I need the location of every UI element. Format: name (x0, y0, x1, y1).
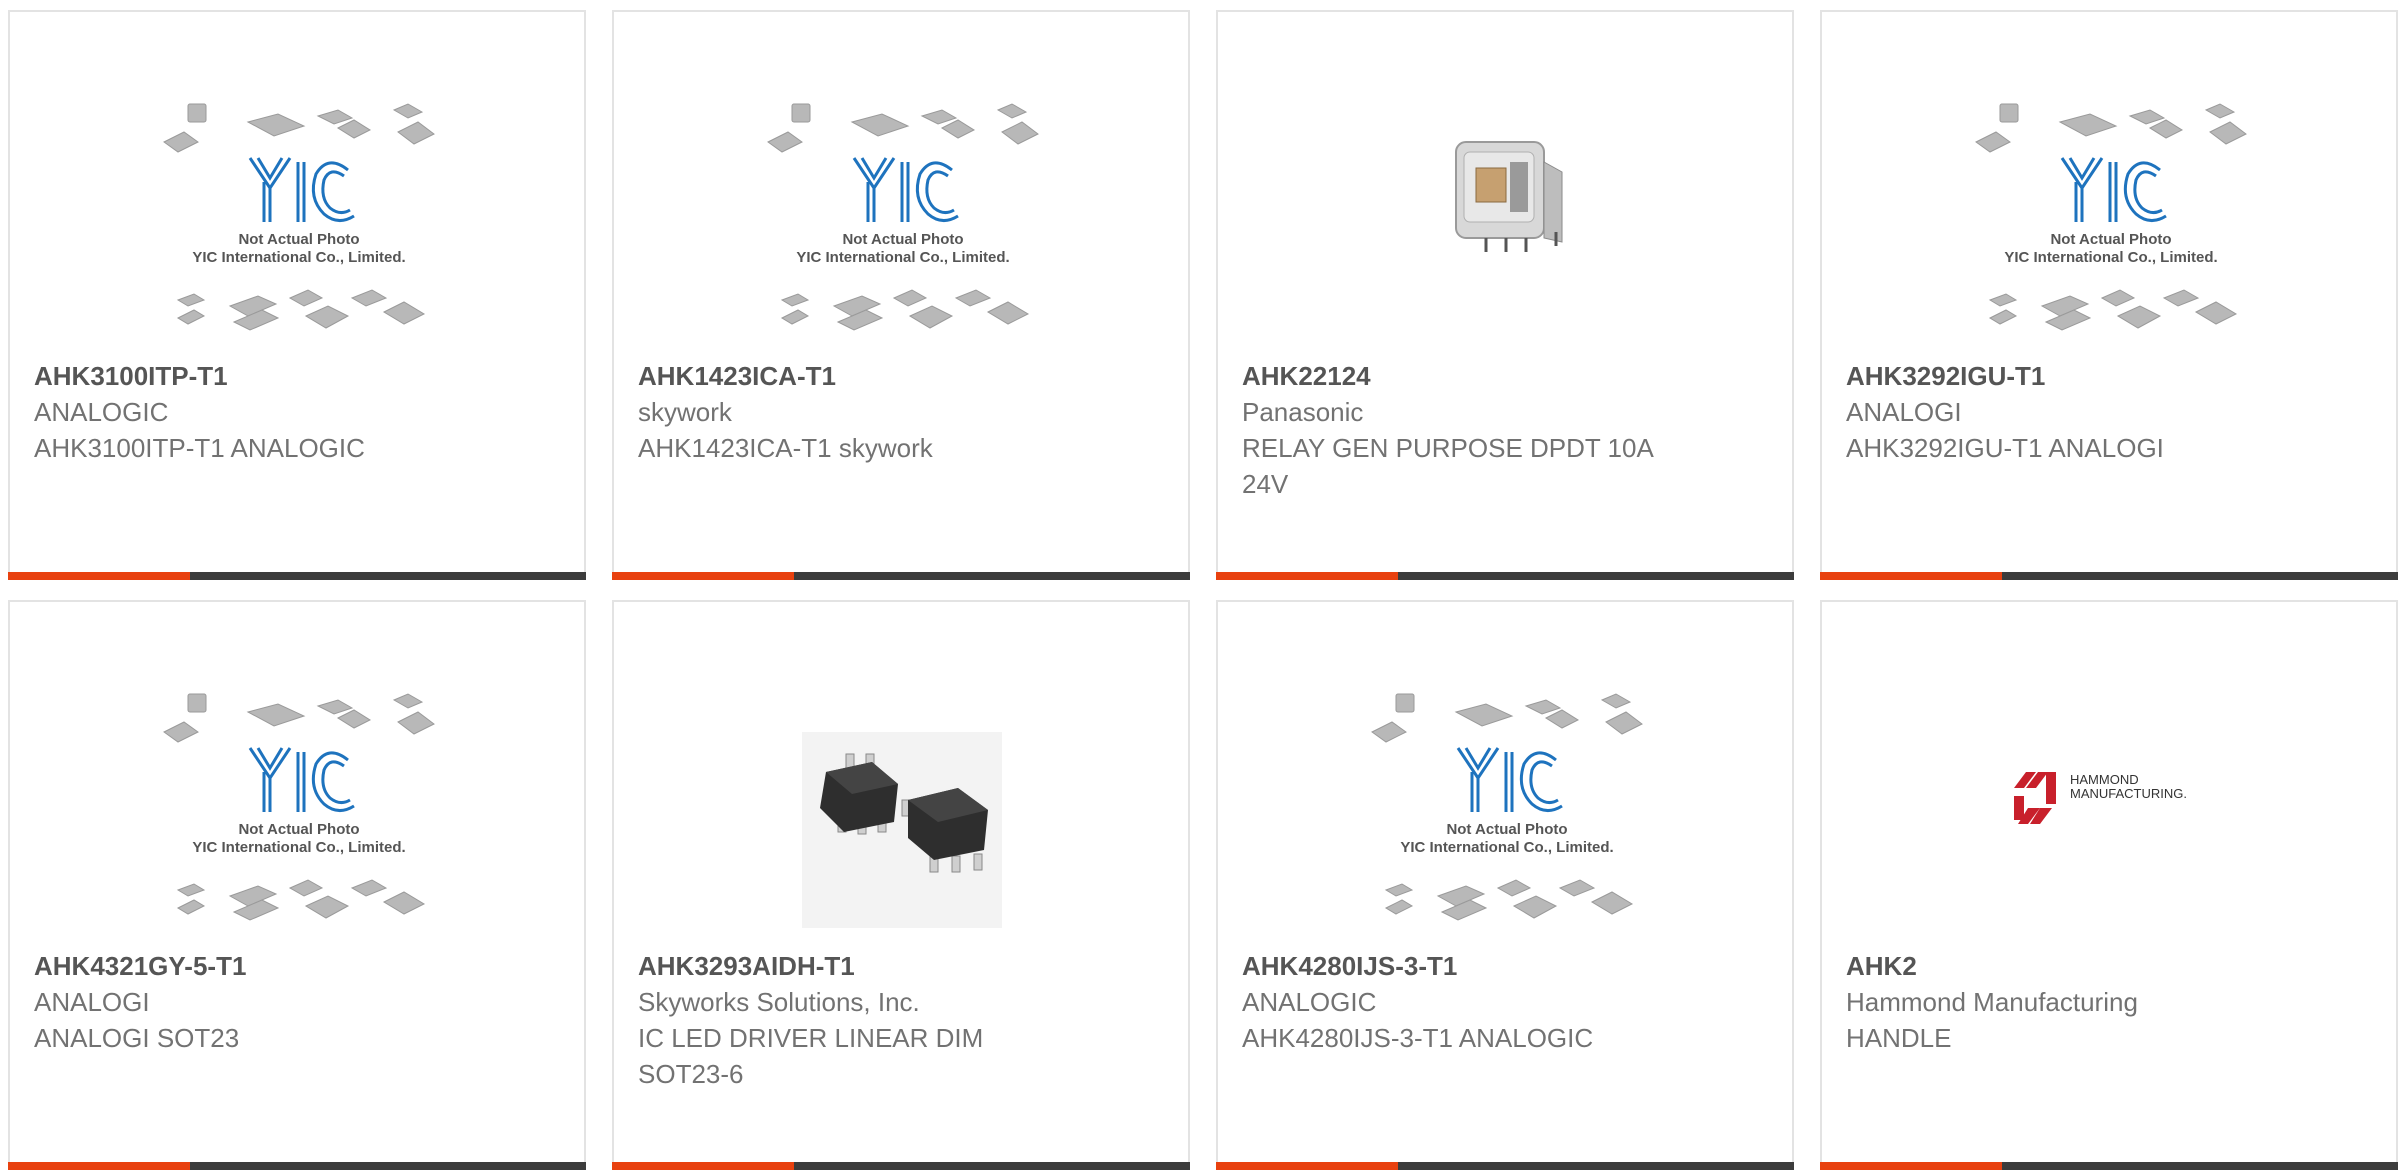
description: ANALOGI SOT23 (34, 1023, 240, 1053)
placeholder-line2: YIC International Co., Limited. (1400, 839, 1613, 856)
product-info: AHK4321GY-5-T1 ANALOGI ANALOGI SOT23 (34, 948, 560, 1056)
description: AHK3100ITP-T1 ANALOGIC (34, 433, 365, 463)
card-bottom-bar (1820, 572, 2398, 580)
manufacturer: skywork (638, 397, 732, 427)
product-card[interactable]: Not Actual Photo YIC International Co., … (8, 10, 586, 580)
product-card[interactable]: AHK3293AIDH-T1 Skyworks Solutions, Inc. … (612, 600, 1190, 1170)
card-bottom-bar (8, 572, 586, 580)
placeholder-line2: YIC International Co., Limited. (2004, 249, 2217, 266)
description: HANDLE (1846, 1023, 1952, 1053)
card-bottom-bar (1820, 1162, 2398, 1170)
manufacturer: ANALOGI (1846, 397, 1962, 427)
part-number[interactable]: AHK3293AIDH-T1 (638, 948, 1164, 984)
manufacturer: ANALOGIC (1242, 987, 1377, 1017)
product-card[interactable]: Not Actual Photo YIC International Co., … (8, 600, 586, 1170)
description: IC LED DRIVER LINEAR DIM SOT23-6 (638, 1023, 984, 1089)
manufacturer: ANALOGIC (34, 397, 169, 427)
description: RELAY GEN PURPOSE DPDT 10A 24V (1242, 433, 1653, 499)
part-number[interactable]: AHK22124 (1242, 358, 1768, 394)
product-info: AHK22124 Panasonic RELAY GEN PURPOSE DPD… (1242, 358, 1768, 502)
product-info: AHK3292IGU-T1 ANALOGI AHK3292IGU-T1 ANAL… (1846, 358, 2372, 466)
manufacturer: Skyworks Solutions, Inc. (638, 987, 920, 1017)
product-card[interactable]: HAMMOND MANUFACTURING. AHK2 Hammond Manu… (1820, 600, 2398, 1170)
placeholder-line2: YIC International Co., Limited. (192, 839, 405, 856)
placeholder-line2: YIC International Co., Limited. (796, 249, 1009, 266)
part-number[interactable]: AHK3292IGU-T1 (1846, 358, 2372, 394)
placeholder-line1: Not Actual Photo (238, 231, 359, 248)
card-bottom-bar (1216, 572, 1794, 580)
product-card[interactable]: Not Actual Photo YIC International Co., … (1216, 600, 1794, 1170)
product-image-placeholder[interactable]: Not Actual Photo YIC International Co., … (158, 102, 440, 358)
product-card[interactable]: Not Actual Photo YIC International Co., … (1820, 10, 2398, 580)
placeholder-line1: Not Actual Photo (2050, 231, 2171, 248)
manufacturer: ANALOGI (34, 987, 150, 1017)
product-info: AHK4280IJS-3-T1 ANALOGIC AHK4280IJS-3-T1… (1242, 948, 1768, 1056)
part-number[interactable]: AHK3100ITP-T1 (34, 358, 560, 394)
description: AHK4280IJS-3-T1 ANALOGIC (1242, 1023, 1594, 1053)
part-number[interactable]: AHK2 (1846, 948, 2372, 984)
product-image-hammond-logo[interactable]: HAMMOND MANUFACTURING. (1970, 692, 2252, 948)
part-number[interactable]: AHK4280IJS-3-T1 (1242, 948, 1768, 984)
product-grid: Not Actual Photo YIC International Co., … (0, 0, 2400, 1170)
card-bottom-bar (612, 572, 1190, 580)
product-image-placeholder[interactable]: Not Actual Photo YIC International Co., … (1970, 102, 2252, 358)
product-card[interactable]: AHK22124 Panasonic RELAY GEN PURPOSE DPD… (1216, 10, 1794, 580)
product-info: AHK3293AIDH-T1 Skyworks Solutions, Inc. … (638, 948, 1164, 1092)
part-number[interactable]: AHK4321GY-5-T1 (34, 948, 560, 984)
product-image-placeholder[interactable]: Not Actual Photo YIC International Co., … (158, 692, 440, 948)
description: AHK1423ICA-T1 skywork (638, 433, 933, 463)
manufacturer: Panasonic (1242, 397, 1364, 427)
product-info: AHK2 Hammond Manufacturing HANDLE (1846, 948, 2372, 1056)
card-bottom-bar (8, 1162, 586, 1170)
product-image-relay[interactable] (1366, 102, 1648, 358)
manufacturer: Hammond Manufacturing (1846, 987, 2138, 1017)
hammond-logo-line1: HAMMOND (2070, 772, 2139, 787)
placeholder-line2: YIC International Co., Limited. (192, 249, 405, 266)
product-card[interactable]: Not Actual Photo YIC International Co., … (612, 10, 1190, 580)
hammond-logo-line2: MANUFACTURING. (2070, 786, 2187, 801)
product-info: AHK1423ICA-T1 skywork AHK1423ICA-T1 skyw… (638, 358, 1164, 466)
product-info: AHK3100ITP-T1 ANALOGIC AHK3100ITP-T1 ANA… (34, 358, 560, 466)
description: AHK3292IGU-T1 ANALOGI (1846, 433, 2164, 463)
card-bottom-bar (612, 1162, 1190, 1170)
card-bottom-bar (1216, 1162, 1794, 1170)
placeholder-line1: Not Actual Photo (842, 231, 963, 248)
product-image-placeholder[interactable]: Not Actual Photo YIC International Co., … (1366, 692, 1648, 948)
placeholder-line1: Not Actual Photo (1446, 821, 1567, 838)
placeholder-line1: Not Actual Photo (238, 821, 359, 838)
part-number[interactable]: AHK1423ICA-T1 (638, 358, 1164, 394)
product-image-sot23[interactable] (762, 692, 1044, 948)
product-image-placeholder[interactable]: Not Actual Photo YIC International Co., … (762, 102, 1044, 358)
